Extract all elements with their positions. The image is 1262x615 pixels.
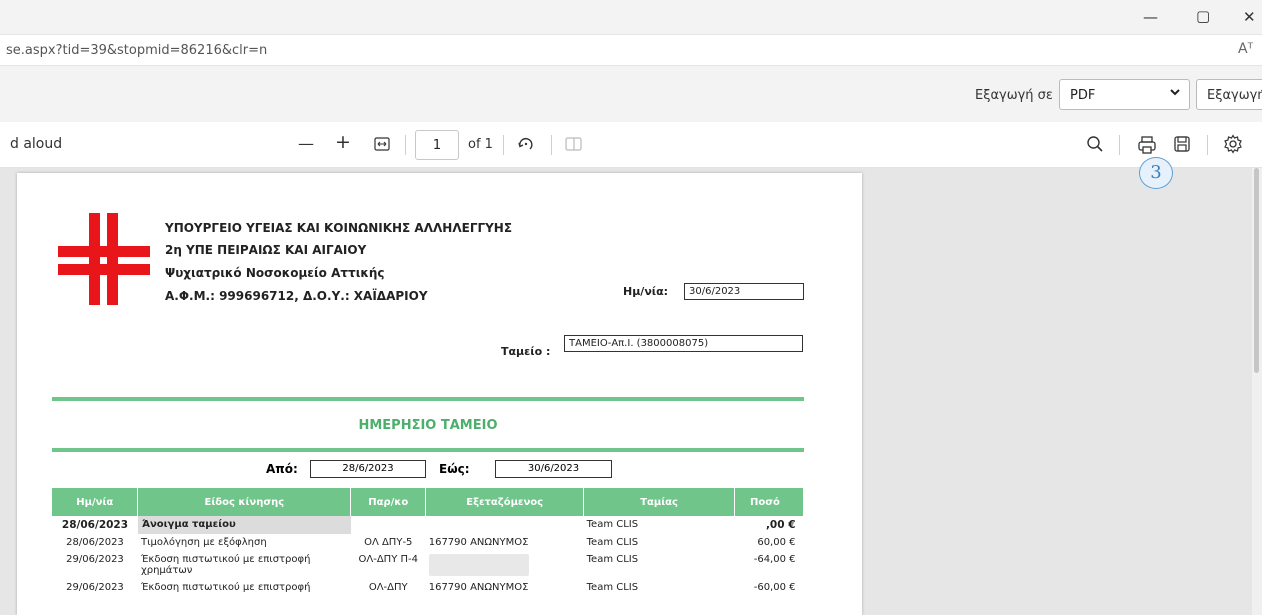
- table-row: 29/06/2023 Έκδοση πιστωτικού με επιστροφ…: [52, 579, 804, 596]
- page-count: of 1: [468, 137, 493, 152]
- cashbox-label: Ταμείο :: [501, 345, 551, 358]
- cell-examinee: 167790 ΑΝΩΝΥΜΟΣ: [428, 537, 529, 548]
- read-aloud-icon[interactable]: Aᵀ: [1238, 41, 1253, 57]
- cell-date: 29/06/2023: [66, 582, 124, 593]
- cell-date: 28/06/2023: [66, 537, 124, 548]
- cell-cashier: Team CLIS: [586, 537, 639, 548]
- cell-kind: Άνοιγμα ταμείου: [137, 516, 351, 534]
- transactions-table: Ημ/νία Είδος κίνησης Παρ/κο Εξεταζόμενος…: [52, 488, 805, 596]
- fit-width-icon[interactable]: [374, 136, 390, 156]
- rotate-icon[interactable]: [516, 134, 536, 158]
- cell-amount: 60,00 €: [757, 537, 796, 548]
- table-row: 28/06/2023 Άνοιγμα ταμείου Team CLIS ,00…: [52, 516, 804, 534]
- org-line-tax: Α.Φ.Μ.: 999696712, Δ.Ο.Υ.: ΧΑΪΔΑΡΙΟΥ: [165, 289, 428, 303]
- cell-cashier: Team CLIS: [586, 582, 639, 593]
- cell-par: [351, 516, 426, 534]
- print-icon[interactable]: [1137, 135, 1157, 159]
- divider-top: [52, 397, 804, 401]
- export-format-value: PDF: [1070, 88, 1096, 103]
- cell-cashier: Team CLIS: [586, 554, 639, 565]
- date-label: Ημ/νία:: [623, 285, 669, 298]
- export-bar: Εξαγωγή σε PDF Εξαγωγή: [0, 66, 1262, 122]
- zoom-out-button[interactable]: —: [298, 134, 314, 153]
- col-header-examinee: Εξεταζόμενος: [425, 488, 585, 516]
- divider-bottom: [52, 448, 804, 452]
- pdf-toolbar: d aloud — + 1 of 1: [0, 122, 1262, 168]
- cell-examinee: [426, 551, 584, 579]
- scrollbar-thumb[interactable]: [1254, 168, 1259, 373]
- cell-kind: Έκδοση πιστωτικού με επιστροφή χρημάτων: [140, 554, 311, 576]
- cell-amount: ,00 €: [765, 519, 796, 531]
- cell-date: 29/06/2023: [66, 554, 124, 565]
- to-label: Εώς:: [439, 462, 470, 476]
- settings-gear-icon[interactable]: [1223, 134, 1243, 158]
- cell-cashier: Team CLIS: [586, 519, 639, 530]
- page-view-icon[interactable]: [565, 136, 583, 156]
- col-header-par: Παρ/κο: [350, 488, 427, 516]
- pdf-page: ΥΠΟΥΡΓΕΙΟ ΥΓΕΙΑΣ ΚΑΙ ΚΟΙΝΩΝΙΚΗΣ ΑΛΛΗΛΕΓΓ…: [17, 173, 862, 615]
- page-number-input[interactable]: 1: [415, 130, 459, 160]
- table-header-row: Ημ/νία Είδος κίνησης Παρ/κο Εξεταζόμενος…: [52, 488, 805, 516]
- vertical-scrollbar[interactable]: [1252, 168, 1262, 615]
- cashbox-value: ΤΑΜΕΙΟ-Απ.Ι. (3800008075): [564, 335, 803, 352]
- col-header-cashier: Ταμίας: [583, 488, 735, 516]
- report-title: ΗΜΕΡΗΣΙΟ ΤΑΜΕΙΟ: [358, 418, 498, 433]
- restore-button[interactable]: ▢: [1196, 7, 1210, 25]
- close-button[interactable]: ✕: [1243, 8, 1256, 26]
- from-value: 28/6/2023: [310, 460, 426, 478]
- col-header-date: Ημ/νία: [52, 488, 139, 516]
- chevron-down-icon: [1169, 86, 1181, 102]
- red-cross-logo-icon: [58, 213, 150, 305]
- table-row: 29/06/2023 Έκδοση πιστωτικού με επιστροφ…: [52, 551, 804, 579]
- minimize-button[interactable]: —: [1143, 8, 1158, 26]
- search-icon[interactable]: [1086, 135, 1104, 157]
- cell-amount: -64,00 €: [753, 554, 796, 565]
- cell-date: 28/06/2023: [61, 519, 129, 531]
- cell-par: ΟΛ ΔΠΥ-5: [364, 537, 413, 548]
- save-icon[interactable]: [1173, 135, 1191, 157]
- read-aloud-button[interactable]: d aloud: [10, 136, 62, 152]
- export-label: Εξαγωγή σε: [975, 88, 1053, 103]
- cell-examinee: [426, 516, 584, 534]
- from-label: Από:: [266, 462, 298, 476]
- cell-kind: Τιμολόγηση με εξόφληση: [140, 537, 267, 548]
- cell-amount: -60,00 €: [753, 582, 796, 593]
- window-titlebar: — ▢ ✕: [0, 0, 1262, 34]
- zoom-in-button[interactable]: +: [335, 131, 351, 153]
- export-button[interactable]: Εξαγωγή: [1196, 79, 1262, 110]
- cell-par: ΟΛ-ΔΠΥ: [368, 582, 408, 593]
- org-line-hospital: Ψυχιατρικό Νοσοκομείο Αττικής: [165, 266, 385, 280]
- org-line-ministry: ΥΠΟΥΡΓΕΙΟ ΥΓΕΙΑΣ ΚΑΙ ΚΟΙΝΩΝΙΚΗΣ ΑΛΛΗΛΕΓΓ…: [165, 221, 513, 235]
- cell-examinee: 167790 ΑΝΩΝΥΜΟΣ: [428, 582, 529, 593]
- redacted-examinee-box: [428, 554, 529, 576]
- cell-kind: Έκδοση πιστωτικού με επιστροφή: [140, 582, 311, 593]
- step-badge: 3: [1139, 157, 1173, 189]
- cell-par: ΟΛ-ΔΠΥ Π-4: [358, 554, 418, 565]
- to-value: 30/6/2023: [495, 460, 612, 478]
- address-bar[interactable]: se.aspx?tid=39&stopmid=86216&clr=n Aᵀ: [0, 34, 1262, 66]
- table-row: 28/06/2023 Τιμολόγηση με εξόφληση ΟΛ ΔΠΥ…: [52, 534, 804, 551]
- export-format-select[interactable]: PDF: [1059, 79, 1190, 110]
- org-line-region: 2η ΥΠΕ ΠΕΙΡΑΙΩΣ ΚΑΙ ΑΙΓΑΙΟΥ: [165, 243, 367, 257]
- col-header-amount: Ποσό: [734, 488, 805, 516]
- col-header-kind: Είδος κίνησης: [137, 488, 352, 516]
- url-text[interactable]: se.aspx?tid=39&stopmid=86216&clr=n: [6, 43, 267, 58]
- date-value: 30/6/2023: [684, 283, 804, 300]
